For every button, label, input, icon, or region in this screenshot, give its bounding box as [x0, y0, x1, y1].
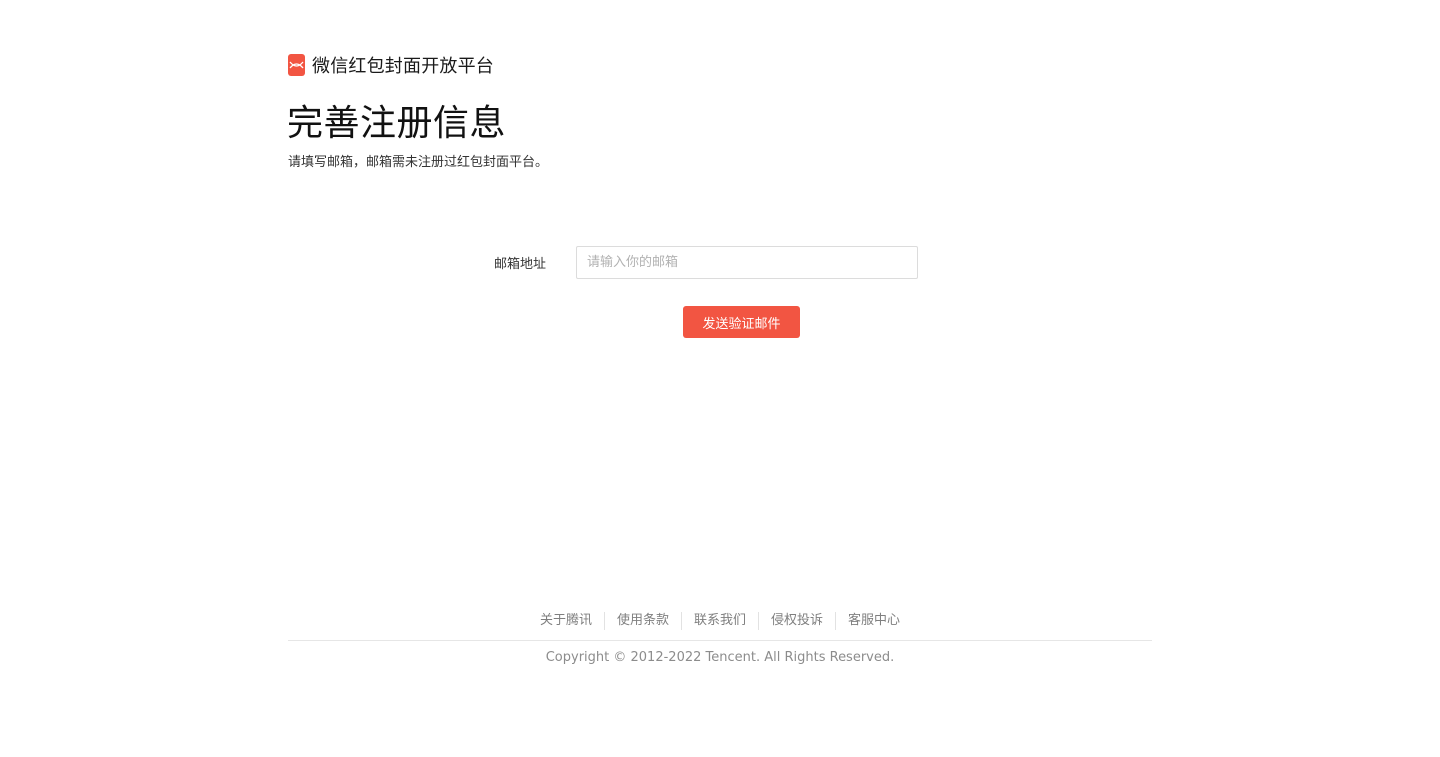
brand-header[interactable]: 微信红包封面开放平台: [288, 53, 494, 77]
page-subtitle: 请填写邮箱，邮箱需未注册过红包封面平台。: [288, 155, 549, 170]
footer-link-support[interactable]: 客服中心: [836, 612, 912, 630]
footer-link-terms[interactable]: 使用条款: [605, 612, 681, 630]
email-form-row: 邮箱地址: [470, 246, 918, 279]
footer-divider: [288, 640, 1152, 641]
footer-link-infringement[interactable]: 侵权投诉: [759, 612, 835, 630]
brand-name: 微信红包封面开放平台: [312, 56, 494, 77]
footer-link-about[interactable]: 关于腾讯: [528, 612, 604, 630]
copyright: Copyright © 2012-2022 Tencent. All Right…: [545, 650, 895, 665]
page: 微信红包封面开放平台 完善注册信息 请填写邮箱，邮箱需未注册过红包封面平台。 邮…: [0, 0, 1440, 757]
email-input[interactable]: [576, 246, 918, 279]
red-envelope-icon: [288, 54, 305, 76]
send-verification-button[interactable]: 发送验证邮件: [683, 306, 800, 338]
footer-link-contact[interactable]: 联系我们: [682, 612, 758, 630]
page-title: 完善注册信息: [287, 103, 507, 144]
email-label: 邮箱地址: [493, 257, 546, 272]
footer-links: 关于腾讯 使用条款 联系我们 侵权投诉 客服中心: [0, 612, 1440, 630]
